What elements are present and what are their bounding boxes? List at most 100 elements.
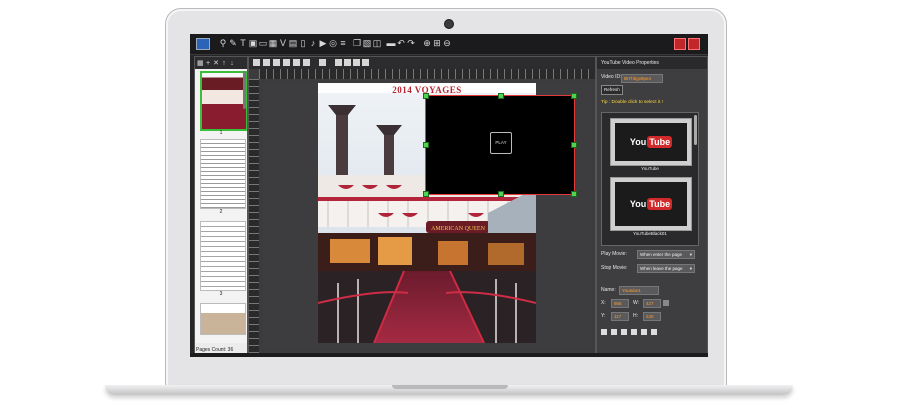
plus-icon[interactable]: +	[205, 60, 211, 67]
logo-you-text: You	[629, 199, 647, 209]
redo-icon[interactable]: ↷	[406, 38, 416, 48]
h-label: H:	[633, 313, 638, 319]
page-thumbnail[interactable]	[200, 71, 247, 131]
undo-icon[interactable]: ↶	[396, 38, 406, 48]
table-icon[interactable]: ▤	[288, 38, 298, 48]
align-center-icon[interactable]	[611, 329, 617, 335]
align-left-icon[interactable]	[253, 59, 260, 66]
resize-handle[interactable]	[571, 191, 577, 197]
align-left-icon[interactable]	[601, 329, 607, 335]
youtube-logo-icon: You Tube	[615, 182, 687, 226]
youtube-icon[interactable]: ▶	[318, 38, 328, 48]
properties-header: YouTube Video Properties	[597, 57, 707, 69]
file-icon[interactable]: ▯	[298, 38, 308, 48]
refresh-button[interactable]: Refresh	[601, 85, 623, 95]
arrow-down-icon[interactable]: ↓	[229, 60, 235, 67]
thumbnail-toolbar: ▦ + ✕ ↑ ↓	[195, 57, 247, 69]
grid-icon[interactable]: ▦	[197, 59, 204, 67]
x-field[interactable]: 955	[611, 299, 629, 308]
x-label: X:	[601, 300, 606, 306]
text-icon[interactable]: T	[238, 38, 248, 48]
save-icon[interactable]	[674, 38, 686, 50]
chevron-down-icon: ▾	[689, 252, 692, 257]
publish-icon[interactable]	[688, 38, 700, 50]
align-top-icon[interactable]	[631, 329, 637, 335]
video-id-label: Video ID:	[601, 74, 622, 80]
video-icon[interactable]: V	[278, 38, 288, 48]
canvas-toolbar	[249, 57, 595, 69]
app-logo-icon	[196, 38, 210, 50]
y-field[interactable]: 117	[611, 312, 629, 321]
distribute-icon[interactable]	[319, 59, 326, 66]
zoom-out-icon[interactable]: ⊖	[442, 38, 452, 48]
pen-icon[interactable]: ✎	[228, 38, 238, 48]
tip-text: Tip : Double click to select it !	[601, 100, 663, 105]
send-back-icon[interactable]	[362, 59, 369, 66]
globe-icon[interactable]: ◎	[328, 38, 338, 48]
skin-option[interactable]: You Tube	[610, 118, 692, 166]
image-icon[interactable]: ▣	[248, 38, 258, 48]
link-icon[interactable]: ⚲	[218, 38, 228, 48]
stop-movie-value: When leave the page	[640, 266, 683, 271]
gallery-scrollbar[interactable]	[694, 115, 697, 145]
group-icon[interactable]	[335, 59, 342, 66]
w-field[interactable]: 427	[643, 299, 661, 308]
align-right-icon[interactable]	[273, 59, 280, 66]
name-field[interactable]: Youtube1	[619, 286, 659, 295]
paste-icon[interactable]: ▧	[362, 38, 372, 48]
copy-icon[interactable]: ❐	[352, 38, 362, 48]
align-top-icon[interactable]	[283, 59, 290, 66]
distribute-icon[interactable]	[651, 329, 657, 335]
html-icon[interactable]: ≡	[338, 38, 348, 48]
align-tools	[601, 329, 701, 337]
ungroup-icon[interactable]	[344, 59, 351, 66]
align-center-icon[interactable]	[263, 59, 270, 66]
canvas-area: 2014 VOYAGES AMERICAN QUEEN PLAY	[248, 56, 596, 355]
video-id-field[interactable]: tBYhbgv8pe4	[621, 74, 663, 83]
resize-handle[interactable]	[571, 93, 577, 99]
gallery-icon[interactable]: ▦	[268, 38, 278, 48]
zoom-in-icon[interactable]: ⊕	[422, 38, 432, 48]
stop-movie-label: Stop Movie:	[601, 265, 628, 271]
close-icon[interactable]: ✕	[213, 59, 219, 67]
skin-option[interactable]: You Tube	[610, 177, 692, 231]
y-label: Y:	[601, 313, 606, 319]
status-bar	[190, 353, 708, 357]
delete-icon[interactable]: ▬	[386, 38, 396, 48]
play-movie-select[interactable]: When enter the page ▾	[637, 250, 695, 259]
page-thumbnail[interactable]	[200, 303, 246, 335]
resize-handle[interactable]	[423, 93, 429, 99]
video-skin-gallery: You Tube YouTube You Tube YouTubeBlack01	[601, 112, 699, 246]
align-middle-icon[interactable]	[293, 59, 300, 66]
fit-icon[interactable]: ⊞	[432, 38, 442, 48]
thumbnail-scrollbar[interactable]	[243, 71, 246, 109]
resize-handle[interactable]	[498, 191, 504, 197]
vertical-ruler	[249, 79, 259, 354]
arrow-up-icon[interactable]: ↑	[221, 60, 227, 67]
page-number: 2	[219, 209, 223, 215]
youtube-logo-icon: You Tube	[615, 123, 687, 161]
h-field[interactable]: 240	[643, 312, 661, 321]
shape-icon[interactable]: ▭	[258, 38, 268, 48]
play-button[interactable]: PLAY	[490, 132, 512, 154]
align-bottom-icon[interactable]	[641, 329, 647, 335]
lock-ratio-icon[interactable]	[663, 300, 669, 306]
music-icon[interactable]: ♪	[308, 38, 318, 48]
resize-handle[interactable]	[423, 142, 429, 148]
align-right-icon[interactable]	[621, 329, 627, 335]
horizontal-ruler	[259, 69, 595, 79]
resize-handle[interactable]	[571, 142, 577, 148]
chevron-down-icon: ▾	[689, 266, 692, 271]
page-thumbnail[interactable]	[200, 139, 246, 209]
stop-movie-select[interactable]: When leave the page ▾	[637, 264, 695, 273]
page-thumbnail[interactable]	[200, 221, 246, 291]
page-workspace: 2014 VOYAGES AMERICAN QUEEN PLAY	[263, 83, 591, 348]
resize-handle[interactable]	[498, 93, 504, 99]
page-thumbnail-panel: ▦ + ✕ ↑ ↓ 1 2 3 Pages Count: 36	[194, 56, 248, 355]
duplicate-icon[interactable]: ◫	[372, 38, 382, 48]
align-bottom-icon[interactable]	[303, 59, 310, 66]
properties-panel: YouTube Video Properties Video ID: tBYhb…	[596, 56, 708, 355]
bring-front-icon[interactable]	[353, 59, 360, 66]
resize-handle[interactable]	[423, 191, 429, 197]
youtube-video-element[interactable]: PLAY	[423, 93, 577, 197]
